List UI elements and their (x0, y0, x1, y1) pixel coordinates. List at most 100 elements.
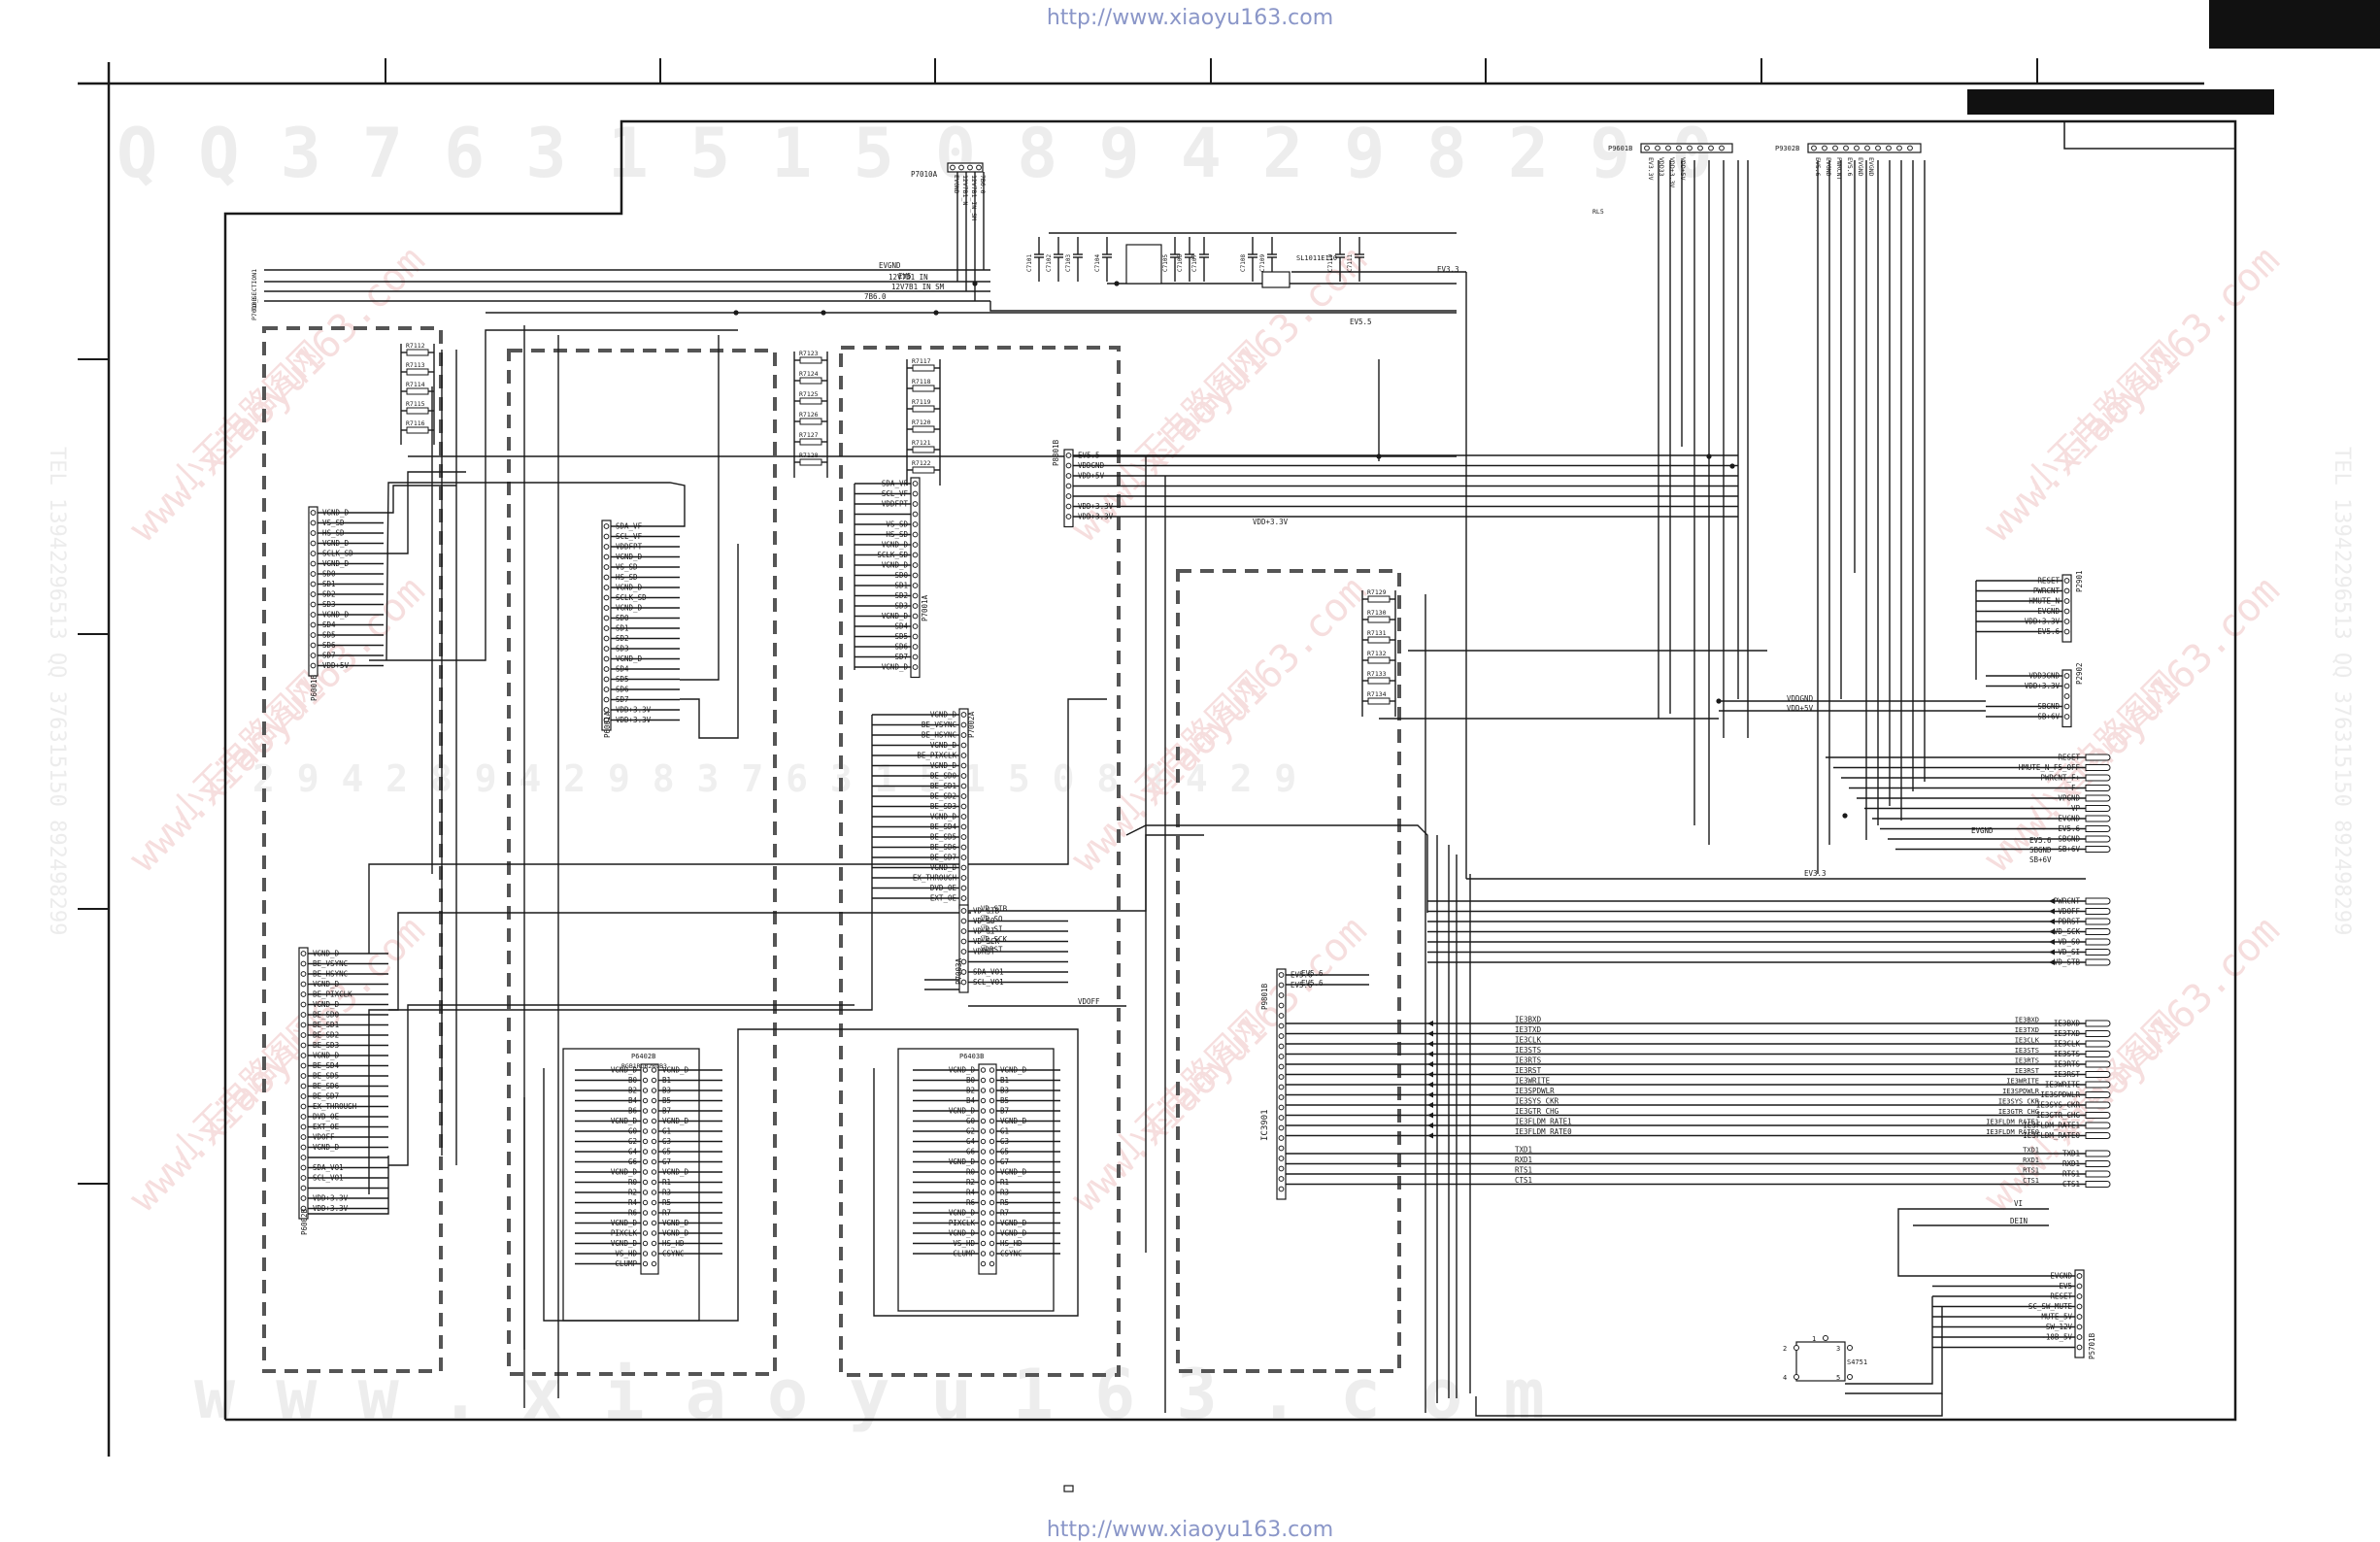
connector-pin (300, 1144, 307, 1151)
net-label: VGND_D (611, 1219, 638, 1227)
net-label: R0 (966, 1168, 976, 1177)
connector-pin (967, 164, 973, 171)
net-label: G4 (966, 1137, 976, 1146)
connector-pin (642, 1260, 649, 1267)
connector-pin (642, 1169, 649, 1175)
signal-arrow (1427, 1071, 1433, 1078)
signal-arrow (1427, 1123, 1433, 1128)
resistor (912, 405, 935, 413)
connector-pin (960, 742, 967, 749)
net-label: VGND_D (616, 584, 643, 592)
connector-pin (1854, 145, 1860, 151)
edge-tab (2085, 897, 2111, 905)
net-label: DVD_OE (313, 1113, 340, 1122)
connector-pin (1278, 1074, 1285, 1080)
net-label: 12V7B1_IN_SM (891, 283, 945, 291)
connector-pin (2063, 608, 2070, 615)
switch-terminal (1847, 1345, 1853, 1351)
resistor-label: R7118 (912, 378, 931, 386)
net-label: VDDFPT (882, 500, 909, 509)
connector-pin (989, 1251, 995, 1257)
net-label: SD5 (616, 675, 629, 684)
net-label: IE3BXD (2054, 1020, 2081, 1028)
connector-pin (1278, 992, 1285, 998)
net-label: G4 (628, 1148, 638, 1156)
connector-pin (989, 1210, 995, 1216)
connector-pin (642, 1190, 649, 1195)
connector-pin (642, 1088, 649, 1093)
net-label: VD_SI (981, 925, 1003, 934)
net-label: G3 (662, 1137, 671, 1146)
connector-pin (912, 572, 919, 579)
resistor-label: R7126 (799, 411, 819, 419)
resistor-label: R7119 (912, 398, 931, 406)
signal-arrow (2049, 919, 2055, 924)
connector-pin (1278, 972, 1285, 978)
net-label: RXD1 (2062, 1159, 2080, 1168)
net-label: BE_SD7 (930, 854, 956, 862)
net-label: BE_VSYNC (922, 721, 956, 729)
net-label: 12V7B1_IN_SM (970, 175, 978, 220)
connector-pin (300, 981, 307, 988)
edge-tab (2085, 1132, 2111, 1139)
net-label: EXT_OE (313, 1123, 340, 1131)
connector-pin (1832, 145, 1838, 151)
net-label: VD_SCK (981, 935, 1008, 944)
net-label: EV5.6 (2029, 836, 2052, 845)
net-label: IE3CLK (2054, 1040, 2081, 1049)
net-label: IE3BXD (2015, 1017, 2039, 1024)
connector-pin (2063, 587, 2070, 594)
net-label: B1 (1000, 1076, 1009, 1085)
net-label: BE_SD5 (930, 833, 956, 842)
resistor-label: R7125 (799, 390, 819, 398)
resistor-label: R7122 (912, 459, 931, 467)
connector-pin (960, 885, 967, 891)
net-label: B2 (628, 1087, 637, 1095)
net-label: IE3RTS (2054, 1060, 2081, 1069)
connector-pin (603, 696, 610, 703)
connector-pin (912, 521, 919, 527)
net-label: VI (2014, 1199, 2023, 1208)
connector-pin (642, 1138, 649, 1145)
connector-pin (300, 991, 307, 997)
edge-tab (2085, 1112, 2111, 1119)
edge-tab (2085, 1160, 2111, 1167)
net-label: SD5 (894, 632, 908, 641)
regulator-ic (1261, 271, 1291, 288)
net-label: R5 (1000, 1198, 1009, 1207)
watermark-brand: 小玉电路图网 (1105, 1004, 1273, 1172)
connector-pin (651, 1158, 657, 1165)
connector-pin (2076, 1303, 2083, 1310)
net-label: BE_SD3 (930, 802, 956, 811)
connector-pin (960, 855, 967, 860)
net-label: HS_SD (886, 530, 908, 539)
connector-pin (960, 712, 967, 718)
net-label: SD4 (894, 622, 908, 631)
switch-terminal (1847, 1374, 1853, 1380)
connector-pin (2076, 1324, 2083, 1330)
net-label: IE3GTR_CHG (1998, 1108, 2039, 1116)
net-label: SCL_VO1 (973, 978, 1004, 987)
connector-pin (912, 562, 919, 568)
net-label: EVGND (1971, 826, 1994, 835)
connector-pin (912, 603, 919, 609)
net-label: RTS1 (2023, 1167, 2039, 1175)
connector-pin (310, 662, 317, 669)
signal-arrow (1427, 1102, 1433, 1108)
net-label: VGND_D (616, 553, 643, 561)
net-label: EV5.6 (1846, 157, 1854, 177)
connector-pin (980, 1240, 987, 1247)
net-label: R7 (662, 1209, 671, 1218)
net-label: G5 (662, 1148, 671, 1156)
watermark-brand: 小玉电路图网 (163, 334, 331, 502)
connector-ref: P7001A (921, 594, 929, 621)
connector-pin (976, 164, 982, 171)
edge-tab (2085, 1020, 2111, 1027)
net-label: EX_THROUGH (913, 874, 957, 883)
connector-pin (989, 1190, 995, 1195)
resistor-label: R7115 (406, 400, 425, 408)
connector-pin (989, 1199, 995, 1206)
connector-pin (1719, 145, 1725, 151)
connector-pin (989, 1179, 995, 1186)
edge-tab (2085, 908, 2111, 915)
